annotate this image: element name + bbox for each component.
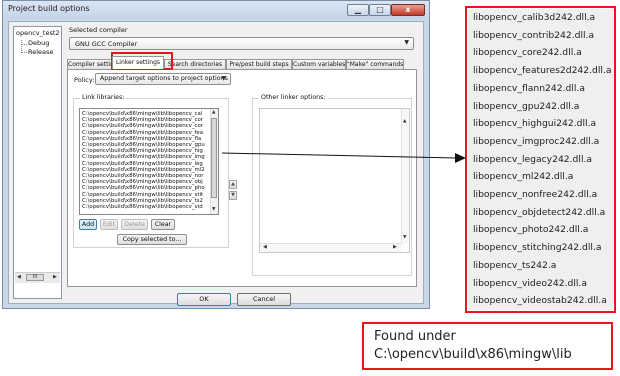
found-under-label: Found under	[374, 329, 456, 344]
arrow-line	[221, 152, 457, 159]
pointer-arrow	[221, 152, 466, 163]
tab-linker-settings[interactable]: Linker settings	[112, 56, 164, 69]
arrow-head	[455, 153, 466, 163]
found-under-path: C:\opencv\build\x86\mingw\lib	[374, 347, 572, 362]
found-under-note: Found under C:\opencv\build\x86\mingw\li…	[362, 322, 613, 370]
